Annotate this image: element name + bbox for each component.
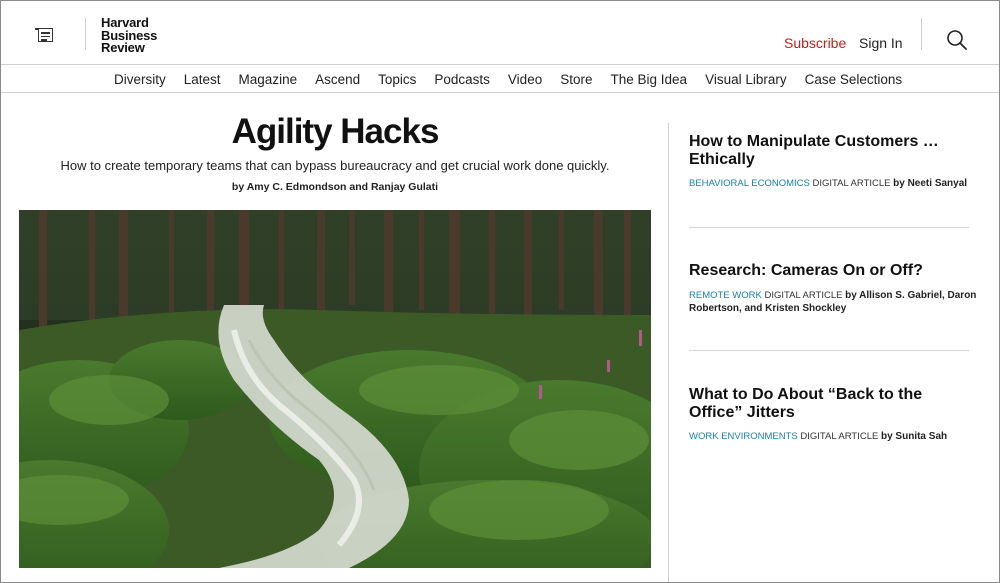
sidebar-article-meta: REMOTE WORK DIGITAL ARTICLE by Allison S… bbox=[689, 289, 979, 315]
page-frame: Harvard Business Review Subscribe Sign I… bbox=[0, 0, 1000, 583]
subscribe-link[interactable]: Subscribe bbox=[784, 35, 846, 51]
sidebar-article-author: by Sunita Sah bbox=[880, 431, 948, 442]
sidebar-article-topic[interactable]: REMOTE WORK bbox=[689, 290, 762, 301]
featured-article-title[interactable]: Agility Hacks bbox=[19, 112, 651, 152]
main-nav: Diversity Latest Magazine Ascend Topics … bbox=[1, 66, 999, 93]
sidebar-article-title[interactable]: Research: Cameras On or Off? bbox=[689, 262, 979, 280]
sidebar-divider bbox=[689, 350, 969, 351]
site-header: Harvard Business Review Subscribe Sign I… bbox=[1, 1, 999, 65]
sidebar-article-2: Research: Cameras On or Off? REMOTE WORK… bbox=[689, 262, 979, 315]
sidebar-article-1: How to Manipulate Customers … Ethically … bbox=[689, 133, 979, 190]
featured-article-byline: by Amy C. Edmondson and Ranjay Gulati bbox=[231, 181, 439, 193]
nav-item-magazine[interactable]: Magazine bbox=[239, 72, 298, 87]
nav-item-topics[interactable]: Topics bbox=[378, 72, 416, 87]
nav-item-podcasts[interactable]: Podcasts bbox=[434, 72, 490, 87]
sidebar-divider bbox=[689, 227, 969, 228]
nav-item-store[interactable]: Store bbox=[560, 72, 592, 87]
sidebar-article-topic[interactable]: WORK ENVIRONMENTS bbox=[689, 431, 798, 442]
sidebar-article-type: DIGITAL ARTICLE bbox=[764, 289, 843, 301]
header-divider-right bbox=[921, 18, 922, 50]
menu-icon[interactable] bbox=[35, 27, 57, 45]
sidebar-article-type: DIGITAL ARTICLE bbox=[800, 431, 879, 442]
sidebar-article-title[interactable]: How to Manipulate Customers … Ethically bbox=[689, 133, 979, 168]
nav-item-diversity[interactable]: Diversity bbox=[114, 72, 166, 87]
nav-item-ascend[interactable]: Ascend bbox=[315, 72, 360, 87]
featured-article-dek: How to create temporary teams that can b… bbox=[60, 158, 610, 173]
sidebar-article-topic[interactable]: BEHAVIORAL ECONOMICS bbox=[689, 178, 810, 189]
logo-line-3: Review bbox=[101, 40, 145, 55]
nav-item-latest[interactable]: Latest bbox=[184, 72, 221, 87]
sidebar-article-meta: WORK ENVIRONMENTS DIGITAL ARTICLE by Sun… bbox=[689, 430, 979, 443]
sign-in-link[interactable]: Sign In bbox=[859, 35, 903, 51]
sidebar-article-title[interactable]: What to Do About “Back to the Office” Ji… bbox=[689, 386, 979, 421]
nav-item-video[interactable]: Video bbox=[508, 72, 542, 87]
header-divider-left bbox=[85, 18, 86, 50]
sidebar-article-meta: BEHAVIORAL ECONOMICS DIGITAL ARTICLE by … bbox=[689, 177, 979, 190]
sidebar-article-3: What to Do About “Back to the Office” Ji… bbox=[689, 386, 979, 443]
column-divider bbox=[668, 123, 669, 582]
sidebar-article-type: DIGITAL ARTICLE bbox=[812, 178, 891, 189]
featured-article-image[interactable] bbox=[19, 210, 651, 568]
hbr-logo[interactable]: Harvard Business Review bbox=[101, 16, 157, 55]
nav-item-big-idea[interactable]: The Big Idea bbox=[611, 72, 688, 87]
search-icon[interactable] bbox=[946, 29, 968, 51]
sidebar-article-author: by Neeti Sanyal bbox=[893, 178, 968, 189]
nav-item-case-selections[interactable]: Case Selections bbox=[805, 72, 903, 87]
nav-item-visual-library[interactable]: Visual Library bbox=[705, 72, 787, 87]
